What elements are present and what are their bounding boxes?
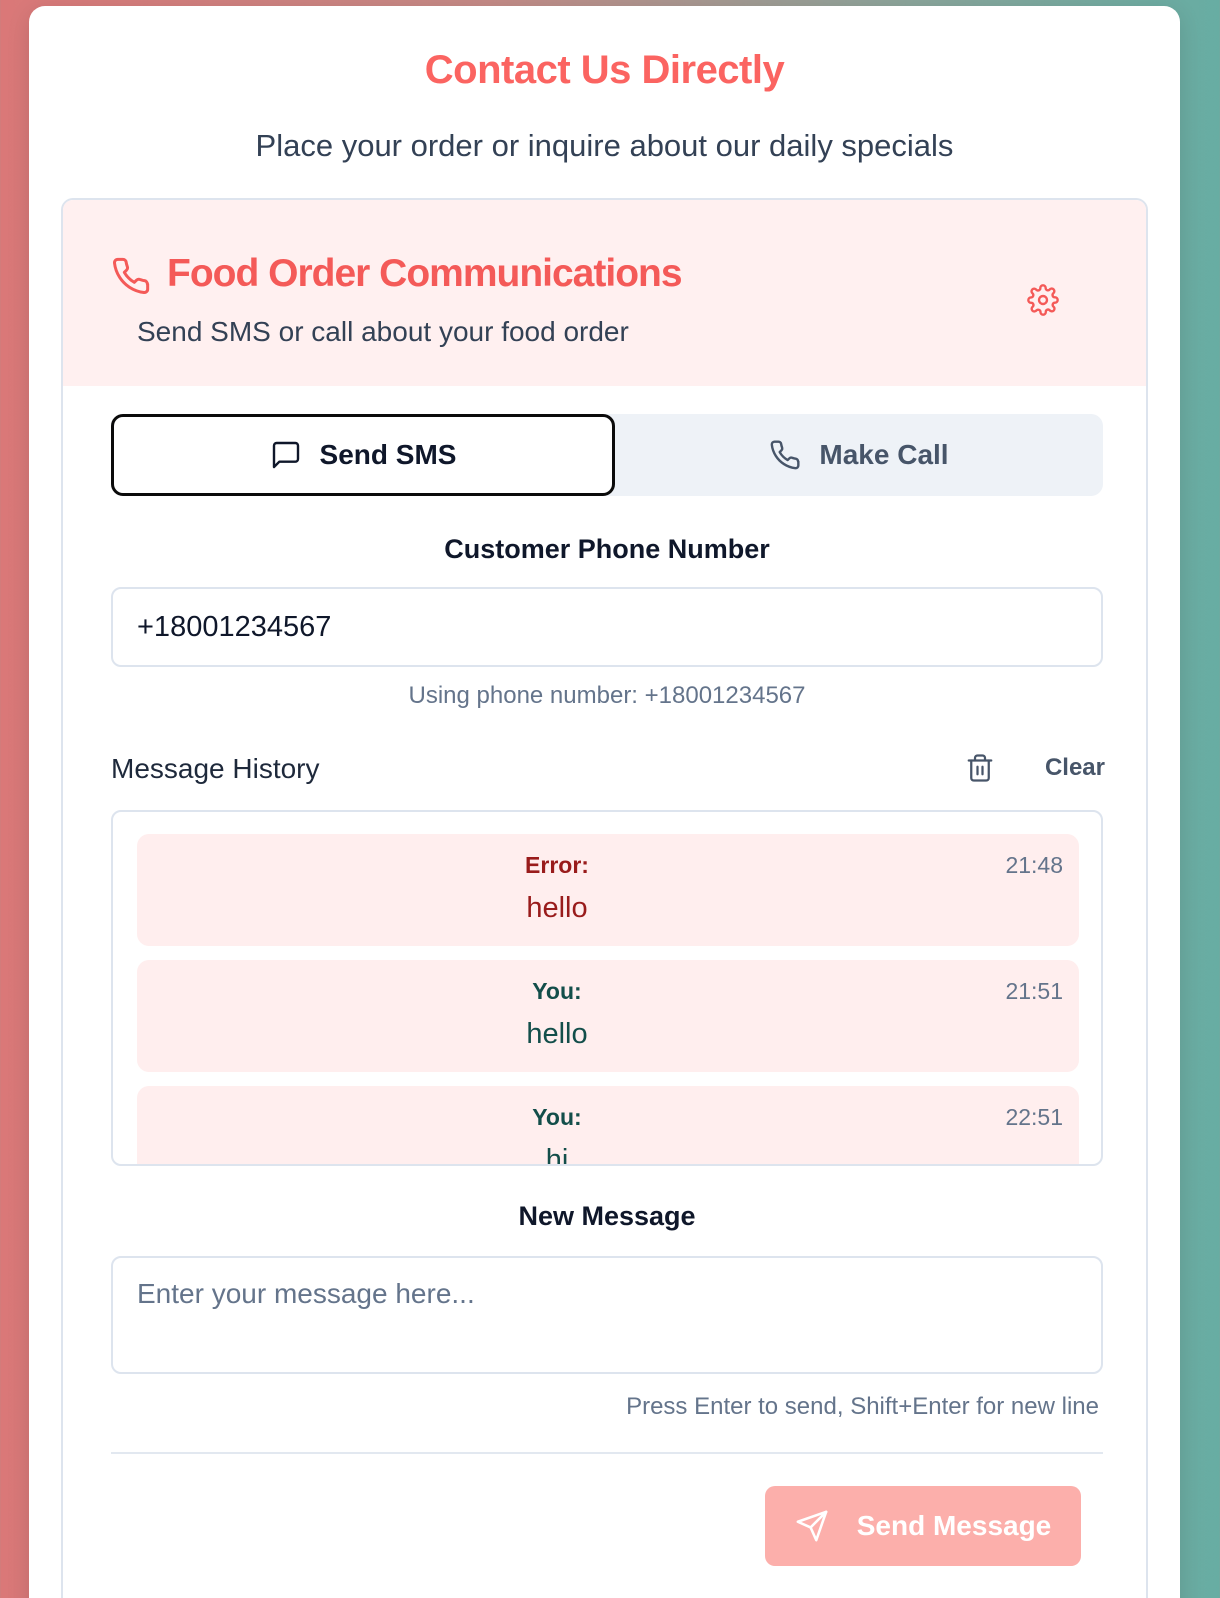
message-time: 22:51 xyxy=(1005,1104,1063,1130)
gear-icon[interactable] xyxy=(1027,284,1059,316)
message-text: hello xyxy=(526,892,588,924)
phone-number-input[interactable] xyxy=(111,587,1103,667)
message-sender: Error: xyxy=(525,852,589,878)
send-message-button[interactable]: Send Message xyxy=(765,1486,1081,1566)
send-icon xyxy=(796,1510,828,1542)
panel-description: Send SMS or call about your food order xyxy=(137,316,629,347)
tab-make-call[interactable]: Make Call xyxy=(615,414,1103,496)
message-text: hello xyxy=(526,1018,588,1050)
message-item: Error: hello 21:48 xyxy=(137,834,1079,946)
message-square-icon xyxy=(272,441,299,469)
divider xyxy=(111,1452,1103,1454)
panel-header: Food Order Communications Send SMS or ca… xyxy=(63,200,1146,386)
tab-send-sms[interactable]: Send SMS xyxy=(111,414,615,496)
phone-icon xyxy=(771,440,800,470)
new-message-label: New Message xyxy=(518,1201,696,1231)
message-sender: You: xyxy=(532,978,582,1004)
page-title: Contact Us Directly xyxy=(424,48,785,92)
send-message-label: Send Message xyxy=(856,1510,1052,1541)
trash-icon xyxy=(967,754,993,782)
communications-panel: Food Order Communications Send SMS or ca… xyxy=(61,198,1148,1598)
phone-number-label: Customer Phone Number xyxy=(444,534,770,564)
message-item: You: hi 22:51 xyxy=(137,1086,1079,1166)
mode-tabs: Send SMS Make Call xyxy=(111,414,1103,496)
message-input[interactable] xyxy=(111,1256,1103,1374)
page-subtitle: Place your order or inquire about our da… xyxy=(255,128,954,163)
message-text: hi xyxy=(545,1144,569,1166)
phone-number-hint: Using phone number: +18001234567 xyxy=(408,682,806,709)
tab-make-call-label: Make Call xyxy=(819,439,949,470)
tab-send-sms-label: Send SMS xyxy=(319,439,457,470)
message-item: You: hello 21:51 xyxy=(137,960,1079,1072)
message-history-list[interactable]: Error: hello 21:48 You: hello 21:51 You:… xyxy=(111,810,1103,1166)
message-time: 21:51 xyxy=(1005,978,1063,1004)
clear-history-label: Clear xyxy=(1044,754,1105,781)
page-card: Contact Us Directly Place your order or … xyxy=(29,6,1180,1598)
clear-history-button[interactable]: Clear xyxy=(965,748,1105,788)
message-sender: You: xyxy=(532,1104,582,1130)
panel-title: Food Order Communications xyxy=(167,252,683,295)
phone-icon xyxy=(113,257,150,294)
send-shortcut-hint: Press Enter to send, Shift+Enter for new… xyxy=(626,1393,1099,1420)
message-history-label: Message History xyxy=(111,753,320,784)
message-time: 21:48 xyxy=(1005,852,1063,878)
